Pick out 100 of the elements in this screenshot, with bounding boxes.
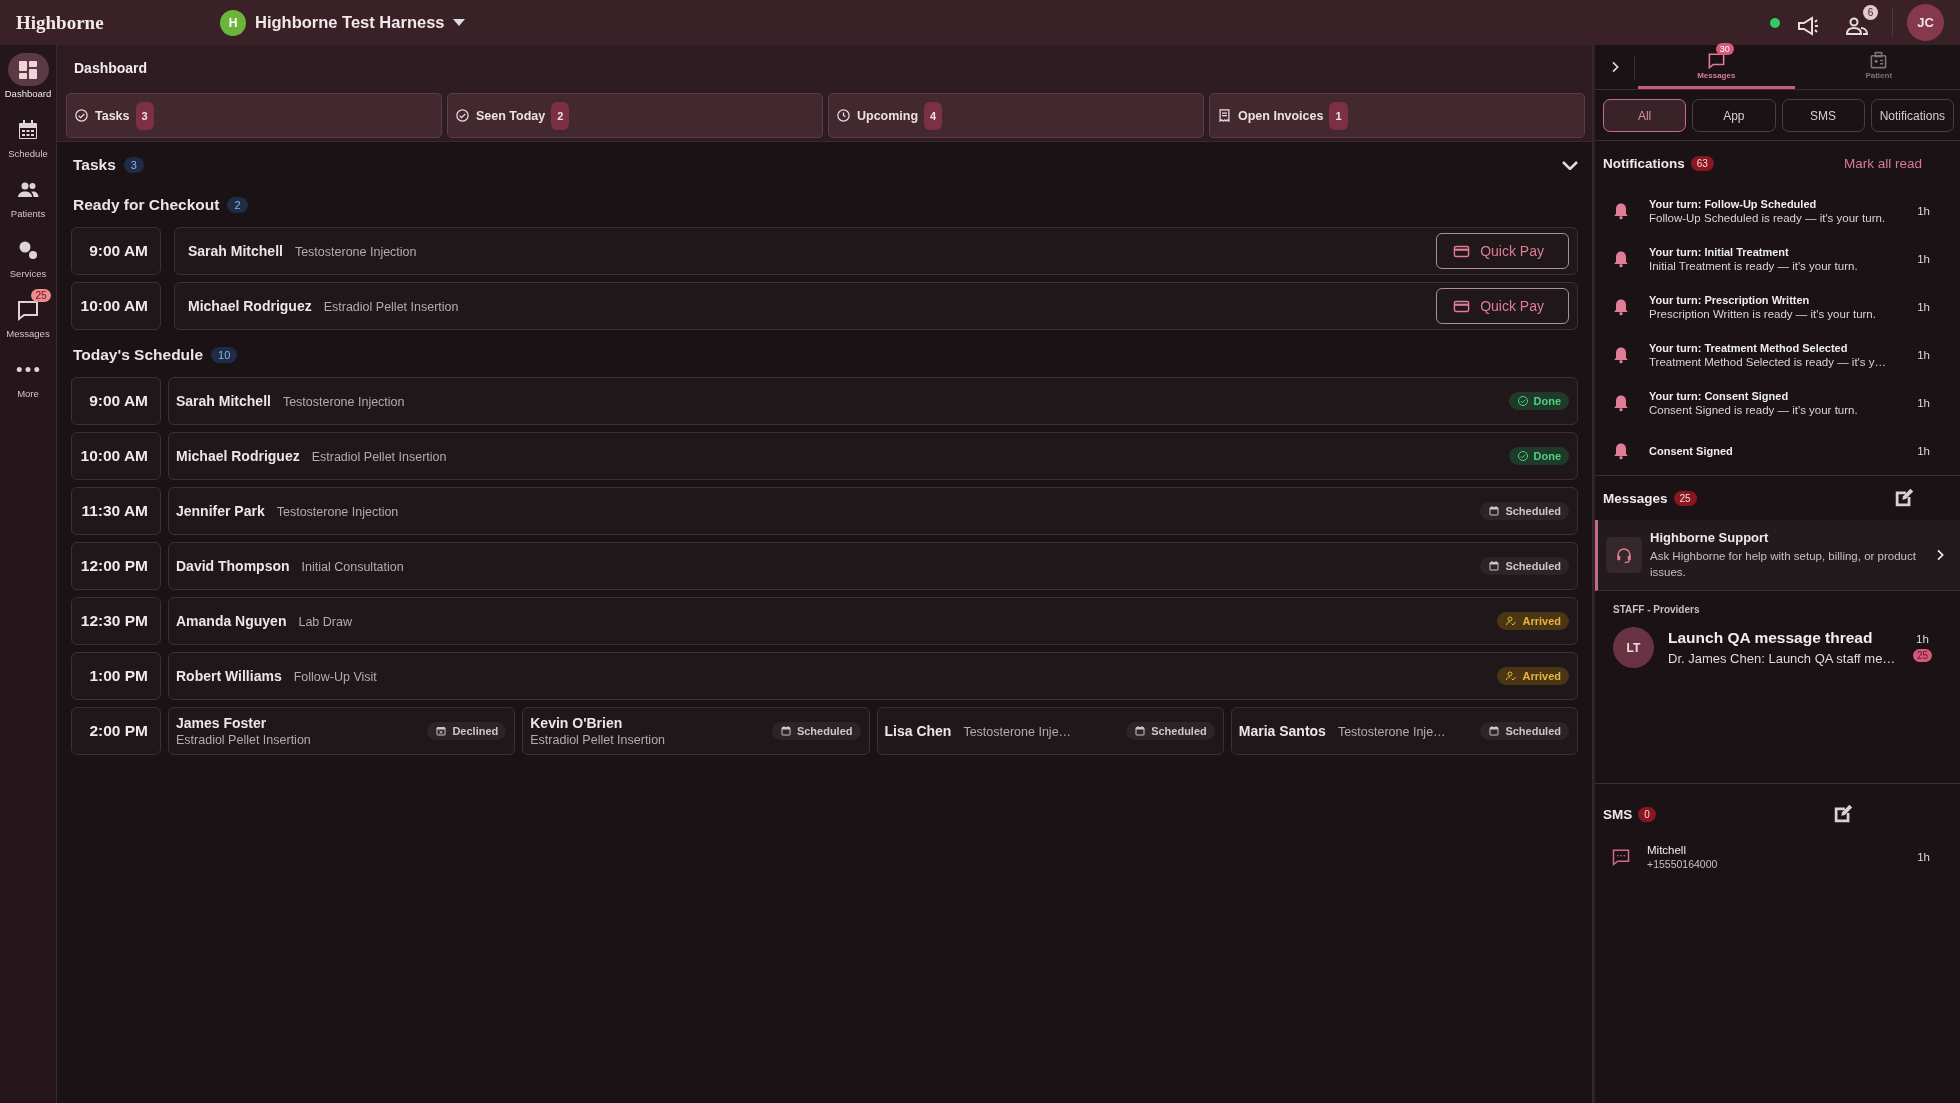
status-badge: Scheduled xyxy=(1480,722,1569,740)
panel-tab[interactable]: Patient xyxy=(1800,45,1957,89)
nav-label: Messages xyxy=(6,328,50,339)
sms-thread[interactable]: Mitchell +15550164000 1h xyxy=(1595,832,1960,870)
status-badge: Done xyxy=(1508,447,1569,465)
notification-item[interactable]: Your turn: Consent Signed Consent Signed is ready — it's your turn. 1h xyxy=(1595,379,1960,427)
nav-label: Patients xyxy=(10,208,46,219)
calendar-icon xyxy=(1488,560,1501,572)
quick-pay-button[interactable]: Quick Pay xyxy=(1436,233,1569,269)
count-badge: 2 xyxy=(551,101,570,130)
nav-label: Schedule xyxy=(8,148,48,159)
status-badge: Arrived xyxy=(1497,667,1569,685)
panel-tab[interactable]: 30 Messages xyxy=(1638,45,1795,89)
calendar-icon xyxy=(1488,725,1501,737)
stat-label: Upcoming xyxy=(857,108,919,123)
stat-tab[interactable]: Tasks 3 xyxy=(66,93,442,138)
appointment-card[interactable]: James Foster Estradiol Pellet Insertion Declined xyxy=(168,707,516,755)
stat-label: Open Invoices xyxy=(1238,108,1324,123)
check-circle-icon xyxy=(1516,395,1529,407)
appointment-card[interactable]: Jennifer Park Testosterone Injection Scheduled xyxy=(168,487,1578,535)
count-badge: 63 xyxy=(1690,155,1714,171)
chat-icon xyxy=(1611,847,1631,867)
notification-item[interactable]: Your turn: Prescription Written Prescription Written is ready — it's your turn. 1h xyxy=(1595,283,1960,331)
service-name: Initial Consultation xyxy=(301,560,404,574)
stat-tab[interactable]: Seen Today 2 xyxy=(447,93,823,138)
nav-item[interactable]: Dashboard xyxy=(1,53,55,109)
filter-chip[interactable]: SMS xyxy=(1781,99,1865,132)
mark-all-read-link[interactable]: Mark all read xyxy=(1843,155,1922,171)
support-title: Highborne Support xyxy=(1650,530,1770,545)
appointment-card[interactable]: Amanda Nguyen Lab Draw Arrived xyxy=(168,597,1578,645)
appointment-card[interactable]: David Thompson Initial Consultation Scheduled xyxy=(168,542,1578,590)
support-card[interactable]: Highborne Support Ask Highborne for help with setup, billing, or product issues. xyxy=(1595,520,1960,592)
check-circle-icon xyxy=(1516,450,1529,462)
count-badge: 2 xyxy=(227,197,248,213)
service-name: Testosterone Inje… xyxy=(1337,725,1446,739)
collapse-button[interactable] xyxy=(1562,160,1578,170)
patient-name: James Foster xyxy=(176,715,267,731)
notification-item[interactable]: Your turn: Follow-Up Scheduled Follow-Up Scheduled is ready — it's your turn. 1h xyxy=(1595,187,1960,235)
notification-title: Your turn: Prescription Written xyxy=(1649,294,1811,306)
notification-item[interactable]: Consent Signed 1h xyxy=(1595,427,1960,475)
appointment-card[interactable]: Kevin O'Brien Estradiol Pellet Insertion Scheduled xyxy=(522,707,870,755)
notification-item[interactable]: Your turn: Initial Treatment Initial Treatment is ready — it's your turn. 1h xyxy=(1595,235,1960,283)
time-label: 1h xyxy=(1917,397,1930,409)
status-badge: Scheduled xyxy=(771,722,861,740)
patient-name: Michael Rodriguez xyxy=(176,448,300,464)
stat-label: Tasks xyxy=(95,108,130,123)
count-badge: 0 xyxy=(1638,806,1656,822)
nav-item[interactable]: Schedule xyxy=(1,113,55,169)
contact-name: Mitchell xyxy=(1647,844,1687,856)
appointment-card[interactable]: Sarah Mitchell Testosterone Injection Done xyxy=(168,377,1578,425)
time-label: 1h xyxy=(1917,445,1930,457)
appointment-card[interactable]: Maria Santos Testosterone Inje… Scheduled xyxy=(1230,707,1578,755)
page-title: Dashboard xyxy=(74,59,148,76)
nav-item[interactable]: More xyxy=(1,353,55,409)
section-title: SMS xyxy=(1603,806,1633,822)
message-thread[interactable]: LT Launch QA message thread Dr. James Chen: Launch QA staff me… 1h 25 xyxy=(1595,621,1960,675)
app-logo: Highborne xyxy=(16,11,105,34)
appointment-card[interactable]: Robert Williams Follow-Up Visit Arrived xyxy=(168,652,1578,700)
count-badge: 30 xyxy=(1715,43,1734,55)
stat-label: Seen Today xyxy=(476,108,546,123)
nav-item[interactable]: Patients xyxy=(1,173,55,229)
appointment-card[interactable]: Michael Rodriguez Estradiol Pellet Insertion Done xyxy=(168,432,1578,480)
patient-name: David Thompson xyxy=(176,558,290,574)
time-label: 1h xyxy=(1917,301,1930,313)
time-slot: 10:00 AM xyxy=(71,432,161,480)
calendar-icon xyxy=(16,117,40,142)
section-title: Notifications xyxy=(1603,155,1685,171)
quick-pay-button[interactable]: Quick Pay xyxy=(1436,288,1569,324)
service-name: Estradiol Pellet Insertion xyxy=(176,733,311,747)
nav-item[interactable]: Services xyxy=(1,233,55,289)
time-label: 1h xyxy=(1917,253,1930,265)
group-label: STAFF - Providers xyxy=(1612,603,1701,618)
time-slot: 1:00 PM xyxy=(71,652,161,700)
filter-chip[interactable]: All xyxy=(1603,99,1687,132)
notification-item[interactable]: Your turn: Treatment Method Selected Treatment Method Selected is ready — it's y… 1h xyxy=(1595,331,1960,379)
patient-name: Amanda Nguyen xyxy=(176,613,287,629)
count-badge: 3 xyxy=(135,101,154,130)
appointment-card[interactable]: Michael Rodriguez Estradiol Pellet Insertion Quick Pay xyxy=(174,282,1578,330)
stat-tab[interactable]: Open Invoices 1 xyxy=(1209,93,1585,138)
organization-switcher[interactable]: H Highborne Test Harness xyxy=(220,9,466,36)
support-description: Ask Highborne for help with setup, billing, or product issues. xyxy=(1650,549,1917,581)
appointment-card[interactable]: Lisa Chen Testosterone Inje… Scheduled xyxy=(876,707,1224,755)
stat-tab[interactable]: Upcoming 4 xyxy=(828,93,1204,138)
time-slot: 12:00 PM xyxy=(71,542,161,590)
count-badge: 1 xyxy=(1329,101,1348,130)
status-badge: Scheduled xyxy=(1480,557,1569,575)
appointment-card[interactable]: Sarah Mitchell Testosterone Injection Quick Pay xyxy=(174,227,1578,275)
section-title: Today's Schedule xyxy=(73,346,204,364)
staff-button[interactable]: 6 xyxy=(1843,5,1878,40)
time-slot: 12:30 PM xyxy=(71,597,161,645)
count-badge: 4 xyxy=(924,101,943,130)
organization-name: Highborne Test Harness xyxy=(255,13,445,32)
organization-avatar: H xyxy=(220,9,246,36)
service-name: Estradiol Pellet Insertion xyxy=(530,733,666,747)
user-avatar[interactable]: JC xyxy=(1907,4,1944,41)
section-title: Tasks xyxy=(73,156,116,174)
status-badge: Arrived xyxy=(1497,612,1569,630)
filter-chip[interactable]: App xyxy=(1692,99,1776,132)
filter-chip[interactable]: Notifications xyxy=(1870,99,1954,132)
megaphone-icon xyxy=(1796,14,1820,38)
